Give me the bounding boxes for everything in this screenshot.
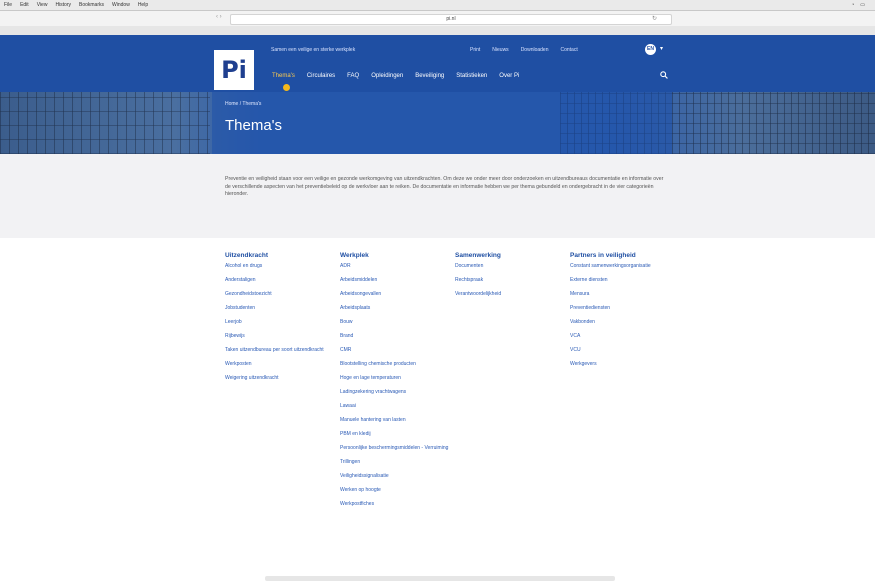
theme-link[interactable]: Werken op hoogte <box>340 487 452 493</box>
category-title[interactable]: Partners in veiligheid <box>570 252 675 259</box>
chevron-down-icon[interactable]: ▾ <box>660 45 663 52</box>
category-werkplek: Werkplek ADR Arbeidsmiddelen Arbeidsonge… <box>340 252 452 515</box>
category-partners: Partners in veiligheid Constant samenwer… <box>570 252 675 375</box>
main-navigation: Thema's Circulaires FAQ Opleidingen Beve… <box>272 73 519 79</box>
site-tagline: Samen een veilige en sterke werkplek <box>271 47 356 53</box>
theme-link[interactable]: Blootstelling chemische producten <box>340 361 452 367</box>
page-title: Thema's <box>225 117 283 134</box>
theme-link[interactable]: Trillingen <box>340 459 452 465</box>
breadcrumb[interactable]: Home / Thema's <box>225 101 261 107</box>
theme-link[interactable]: VCU <box>570 347 675 353</box>
theme-link[interactable]: Arbeidsplaats <box>340 305 452 311</box>
wifi-icon: ◔ <box>851 2 855 8</box>
top-link[interactable]: Contact <box>561 47 578 53</box>
os-menu-item[interactable]: Window <box>112 2 130 8</box>
theme-link[interactable]: CMR <box>340 347 452 353</box>
theme-link[interactable]: Lawaai <box>340 403 452 409</box>
os-menu-item[interactable]: Bookmarks <box>79 2 104 8</box>
theme-link[interactable]: Weigering uitzendkracht <box>225 375 337 381</box>
theme-link[interactable]: Jobstudenten <box>225 305 337 311</box>
theme-link[interactable]: Persoonlijke beschermingsmiddelen - Verr… <box>340 445 452 451</box>
theme-link[interactable]: Verantwoordelijkheid <box>455 291 567 297</box>
theme-link[interactable]: Veiligheidssignalisatie <box>340 473 452 479</box>
theme-link[interactable]: Gezondheidstoezicht <box>225 291 337 297</box>
theme-link[interactable]: Werkpostfiches <box>340 501 452 507</box>
theme-link[interactable]: Rechtspraak <box>455 277 567 283</box>
category-uitzendkracht: Uitzendkracht Alcohol en drugs Anderstal… <box>225 252 337 389</box>
os-menu-item[interactable]: History <box>55 2 71 8</box>
nav-item-beveiliging[interactable]: Beveiliging <box>415 73 444 79</box>
bottom-overlay-bar <box>265 576 615 581</box>
theme-link[interactable]: Documenten <box>455 263 567 269</box>
tab-bar <box>0 26 875 35</box>
os-menu-item[interactable]: Help <box>138 2 148 8</box>
theme-link[interactable]: Brand <box>340 333 452 339</box>
theme-link[interactable]: Bouw <box>340 319 452 325</box>
category-title[interactable]: Samenwerking <box>455 252 567 259</box>
theme-link[interactable]: Taken uitzendbureau per soort uitzendkra… <box>225 347 337 353</box>
active-nav-indicator <box>283 84 290 91</box>
nav-item-statistieken[interactable]: Statistieken <box>456 73 487 79</box>
nav-item-opleidingen[interactable]: Opleidingen <box>371 73 403 79</box>
category-title[interactable]: Werkplek <box>340 252 452 259</box>
theme-link[interactable]: Constant samenwerkingsorganisatie <box>570 263 675 269</box>
language-switch[interactable]: EN <box>645 44 656 55</box>
theme-link[interactable]: Werkgevers <box>570 361 675 367</box>
theme-link[interactable]: Vakbonden <box>570 319 675 325</box>
reload-icon[interactable]: ↻ <box>652 15 657 22</box>
theme-link[interactable]: Leerjob <box>225 319 337 325</box>
theme-link[interactable]: Arbeidsmiddelen <box>340 277 452 283</box>
theme-link[interactable]: VCA <box>570 333 675 339</box>
theme-link[interactable]: Ladingzekering vrachtwagens <box>340 389 452 395</box>
category-list: ADR Arbeidsmiddelen Arbeidsongevallen Ar… <box>340 263 452 507</box>
site-logo[interactable]: Pi <box>214 50 254 90</box>
nav-item-circulaires[interactable]: Circulaires <box>307 73 335 79</box>
top-link[interactable]: Print <box>470 47 480 53</box>
nav-item-themas[interactable]: Thema's <box>272 73 295 79</box>
nav-item-faq[interactable]: FAQ <box>347 73 359 79</box>
theme-link[interactable]: Anderstaligen <box>225 277 337 283</box>
theme-link[interactable]: Preventiediensten <box>570 305 675 311</box>
top-link[interactable]: Downloaden <box>521 47 549 53</box>
browser-chrome: ‹ › pi.nl ↻ <box>0 11 875 36</box>
top-links: Print Nieuws Downloaden Contact <box>470 47 578 53</box>
theme-link[interactable]: Mensura <box>570 291 675 297</box>
site-header <box>0 35 875 92</box>
theme-link[interactable]: Alcohol en drugs <box>225 263 337 269</box>
os-menu-item[interactable]: File <box>4 2 12 8</box>
os-menu-item[interactable]: Edit <box>20 2 29 8</box>
category-list: Constant samenwerkingsorganisatie Extern… <box>570 263 675 367</box>
category-title[interactable]: Uitzendkracht <box>225 252 337 259</box>
search-icon[interactable] <box>660 71 668 79</box>
intro-text: Preventie en veiligheid staan voor een v… <box>225 176 664 198</box>
theme-link[interactable]: Arbeidsongevallen <box>340 291 452 297</box>
theme-link[interactable]: ADR <box>340 263 452 269</box>
theme-link[interactable]: Externe diensten <box>570 277 675 283</box>
os-menu-bar: File Edit View History Bookmarks Window … <box>0 0 875 11</box>
theme-link[interactable]: Rijbewijs <box>225 333 337 339</box>
top-link[interactable]: Nieuws <box>492 47 508 53</box>
address-bar[interactable]: pi.nl <box>230 14 672 25</box>
category-samenwerking: Samenwerking Documenten Rechtspraak Vera… <box>455 252 567 305</box>
os-menu-item[interactable]: View <box>37 2 48 8</box>
browser-nav-buttons[interactable]: ‹ › <box>216 14 222 20</box>
theme-link[interactable]: Hoge en lage temperaturen <box>340 375 452 381</box>
battery-icon: ▭ <box>860 2 865 8</box>
os-status: ◔ ▭ <box>851 2 865 8</box>
theme-link[interactable]: Werkposten <box>225 361 337 367</box>
theme-link[interactable]: PBM en kledij <box>340 431 452 437</box>
os-menu: File Edit View History Bookmarks Window … <box>4 2 148 8</box>
category-list: Documenten Rechtspraak Verantwoordelijkh… <box>455 263 567 297</box>
theme-link[interactable]: Manuele hantering van lasten <box>340 417 452 423</box>
nav-item-over-pi[interactable]: Over Pi <box>499 73 519 79</box>
category-list: Alcohol en drugs Anderstaligen Gezondhei… <box>225 263 337 381</box>
hero-banner <box>0 92 875 154</box>
hero-image-left <box>0 92 210 154</box>
